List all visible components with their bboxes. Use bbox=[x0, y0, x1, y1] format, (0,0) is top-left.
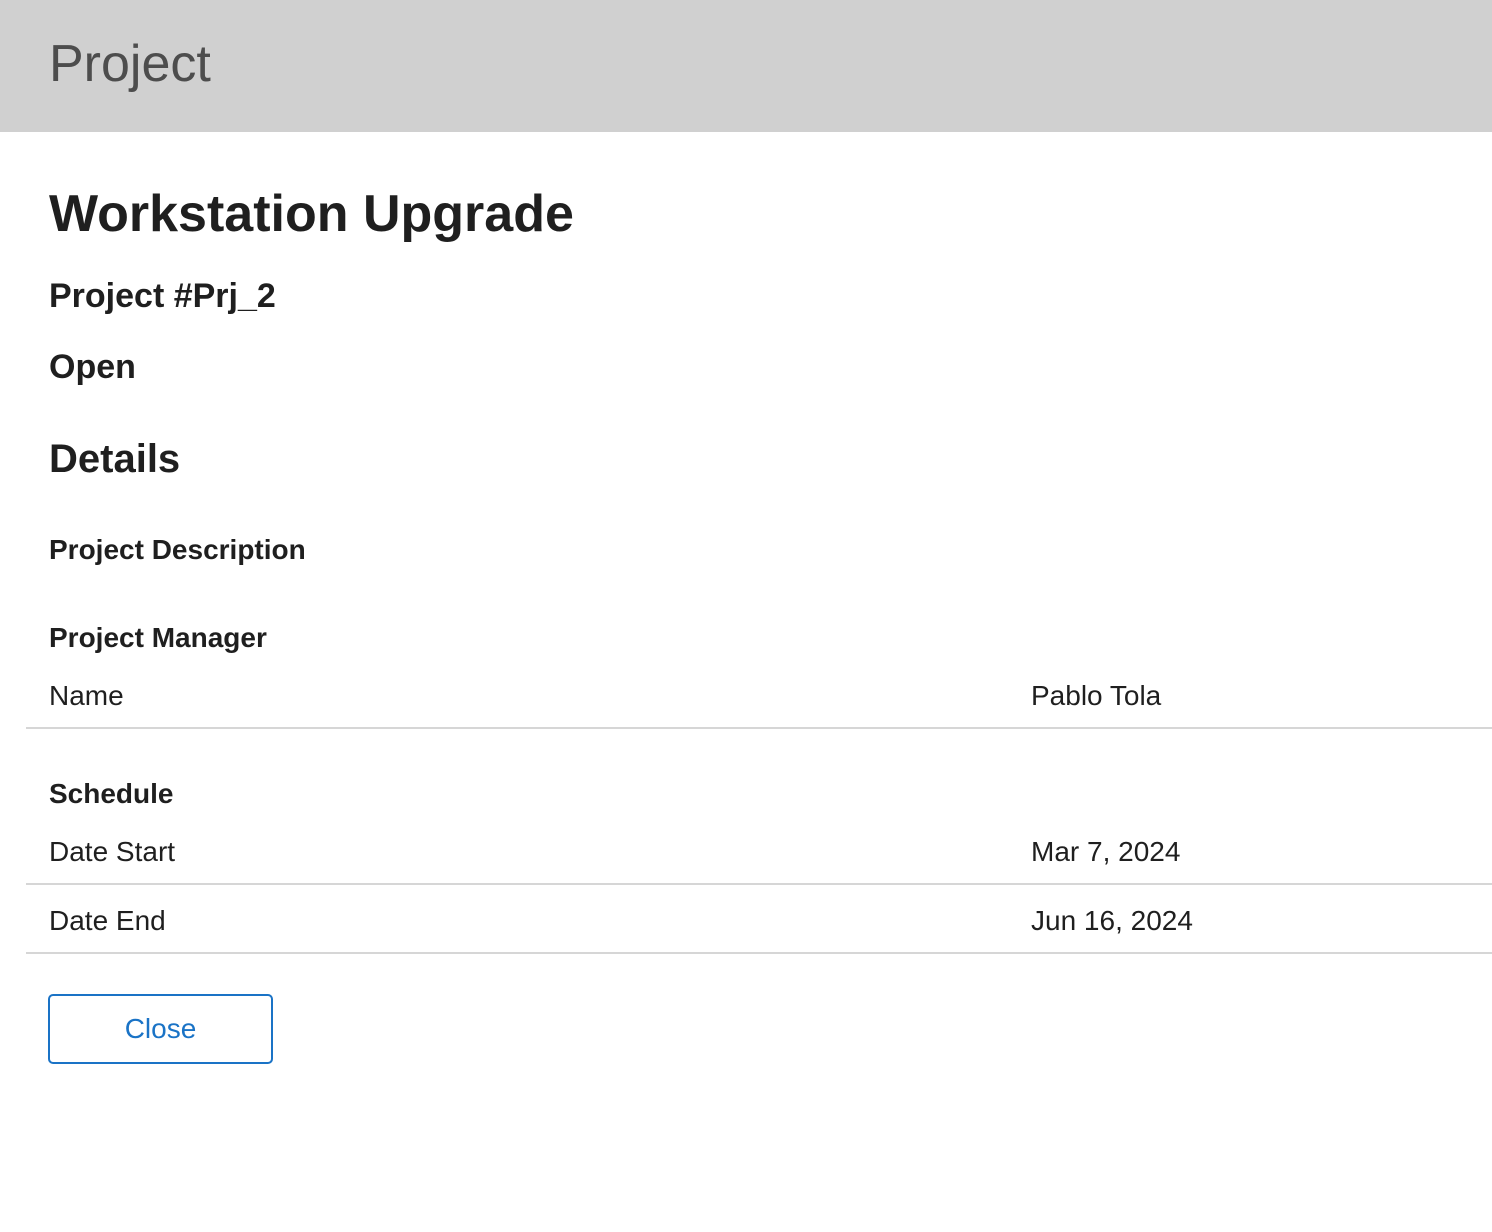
details-heading: Details bbox=[49, 437, 181, 481]
project-status: Open bbox=[49, 348, 136, 386]
project-name: Workstation Upgrade bbox=[49, 185, 574, 243]
divider bbox=[26, 883, 1492, 885]
divider bbox=[26, 727, 1492, 729]
close-button[interactable]: Close bbox=[48, 994, 273, 1064]
project-number: Project #Prj_2 bbox=[49, 277, 276, 315]
date-start-label: Date Start bbox=[49, 836, 176, 867]
date-end-value: Jun 16, 2024 bbox=[1031, 905, 1193, 936]
header-title: Project bbox=[49, 35, 211, 93]
manager-name-value: Pablo Tola bbox=[1031, 680, 1162, 711]
project-description-label: Project Description bbox=[49, 534, 306, 565]
schedule-label: Schedule bbox=[49, 778, 174, 809]
date-start-value: Mar 7, 2024 bbox=[1031, 836, 1181, 867]
divider bbox=[26, 952, 1492, 954]
header-bar: Project bbox=[0, 0, 1492, 132]
manager-name-label: Name bbox=[49, 680, 124, 711]
date-end-label: Date End bbox=[49, 905, 166, 936]
project-manager-label: Project Manager bbox=[49, 622, 267, 653]
